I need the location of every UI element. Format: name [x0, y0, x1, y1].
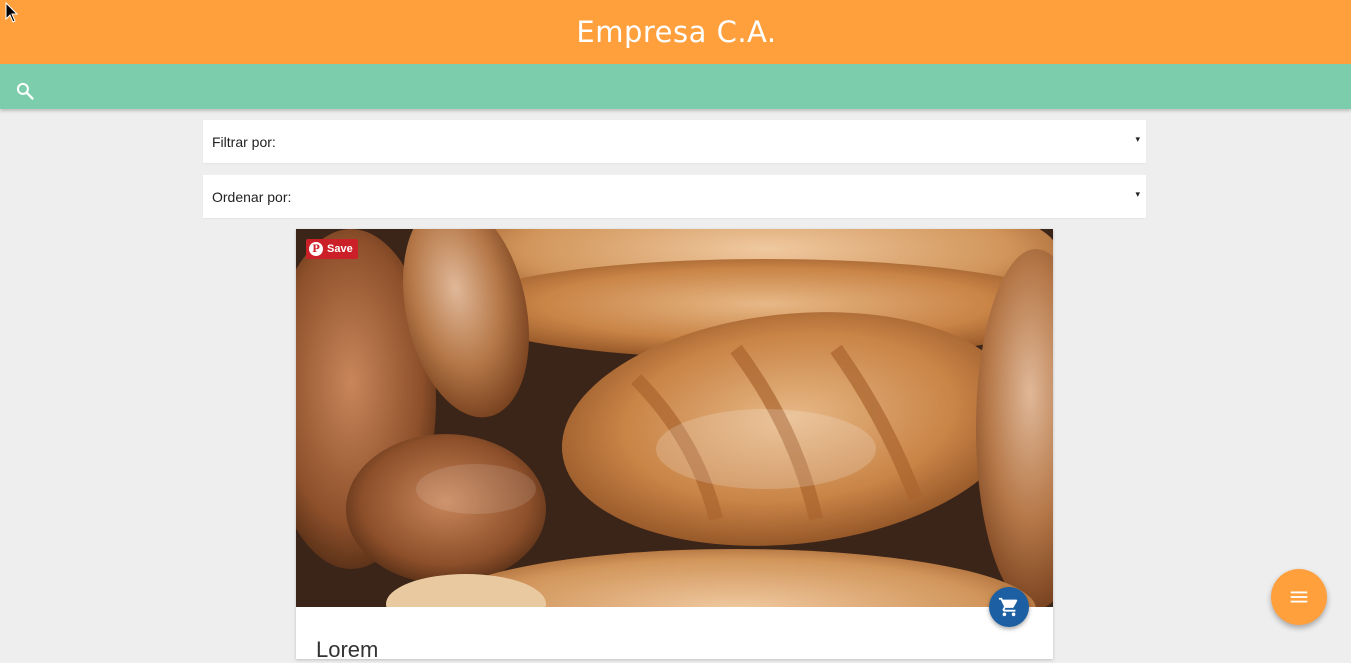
pinterest-save-button[interactable]: P Save	[306, 239, 358, 259]
app-header: Empresa C.A.	[0, 0, 1351, 64]
product-image[interactable]: P Save	[296, 229, 1053, 607]
search-bar[interactable]	[0, 64, 1351, 109]
add-to-cart-button[interactable]	[989, 587, 1029, 627]
filter-select-label: Filtrar por:	[212, 134, 276, 150]
pinterest-icon: P	[309, 242, 323, 256]
product-title: Lorem	[316, 637, 379, 662]
order-select[interactable]: Ordenar por: ▾	[203, 175, 1146, 218]
bread-loaves-photo	[296, 229, 1053, 607]
pinterest-save-label: Save	[327, 243, 353, 255]
chevron-down-icon: ▾	[1135, 134, 1140, 144]
filter-select[interactable]: Filtrar por: ▾	[203, 120, 1146, 163]
mouse-cursor-icon	[5, 2, 19, 23]
search-icon[interactable]	[15, 81, 35, 101]
menu-fab-button[interactable]	[1271, 569, 1327, 625]
chevron-down-icon: ▾	[1135, 189, 1140, 199]
cart-icon	[998, 597, 1018, 617]
product-card[interactable]: P Save Lorem	[296, 229, 1053, 662]
order-select-label: Ordenar por:	[212, 189, 292, 205]
page-title: Empresa C.A.	[576, 15, 777, 49]
menu-icon	[1290, 591, 1308, 603]
